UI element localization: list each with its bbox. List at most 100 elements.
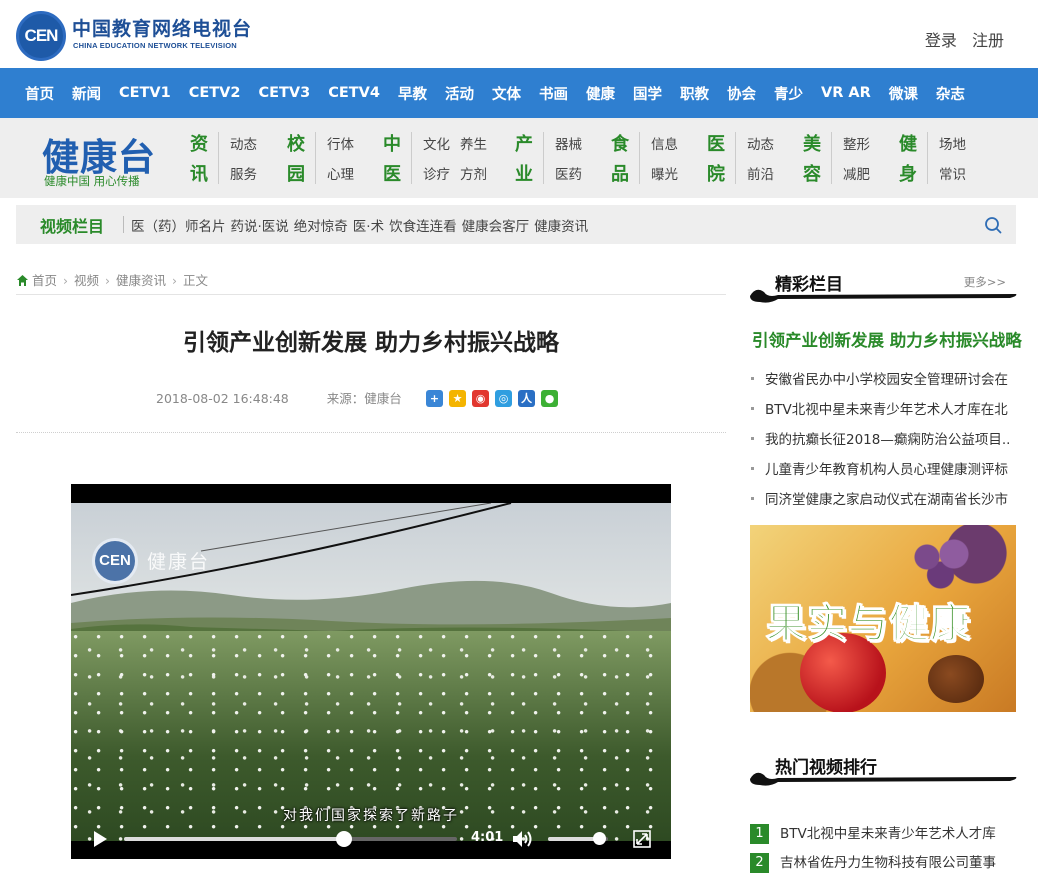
- category-link[interactable]: 诊疗: [423, 160, 450, 190]
- nav-item[interactable]: 健康: [586, 83, 615, 104]
- video-player[interactable]: CEN 健康台 对我们国家探索了新路子 4:01: [71, 484, 671, 859]
- search-icon[interactable]: [984, 216, 1002, 234]
- category-heading-bottom[interactable]: 讯: [190, 160, 210, 190]
- video-frame[interactable]: CEN 健康台 对我们国家探索了新路子: [71, 503, 671, 841]
- category-link[interactable]: 曝光: [651, 160, 678, 190]
- nav-item[interactable]: CETV2: [189, 85, 241, 101]
- nav-item[interactable]: 活动: [445, 83, 474, 104]
- cen-logo[interactable]: CEN: [16, 11, 66, 61]
- nav-item[interactable]: 微课: [889, 83, 918, 104]
- category-heading[interactable]: 校园: [287, 130, 307, 190]
- list-item[interactable]: BTV北视中星未来青少年艺术人才库在北: [750, 398, 1020, 428]
- category-heading-top[interactable]: 产: [515, 130, 535, 160]
- video-column-link[interactable]: 健康资讯: [534, 219, 588, 235]
- fullscreen-icon[interactable]: [633, 830, 651, 848]
- category-link[interactable]: 服务: [230, 160, 257, 190]
- category-link[interactable]: 前沿: [747, 160, 774, 190]
- rank-item[interactable]: 1 BTV北视中星未来青少年艺术人才库: [750, 823, 1020, 852]
- category-heading-top[interactable]: 医: [707, 130, 727, 160]
- video-column-link[interactable]: 药说·医说: [231, 219, 289, 235]
- nav-item[interactable]: 国学: [633, 83, 662, 104]
- list-item[interactable]: 儿童青少年教育机构人员心理健康测评标: [750, 458, 1020, 488]
- category-link[interactable]: 信息: [651, 130, 678, 160]
- category-heading-top[interactable]: 美: [803, 130, 823, 160]
- nav-item[interactable]: CETV4: [328, 85, 380, 101]
- share-more-icon[interactable]: +: [426, 390, 443, 407]
- progress-handle[interactable]: [335, 831, 352, 847]
- nav-item[interactable]: CETV1: [119, 85, 171, 101]
- category-link[interactable]: 整形: [843, 130, 870, 160]
- nav-item[interactable]: 文体: [492, 83, 521, 104]
- nav-item[interactable]: CETV3: [259, 85, 311, 101]
- category-heading-bottom[interactable]: 业: [515, 160, 535, 190]
- share-tencent-icon[interactable]: ◎: [495, 390, 512, 407]
- category-link[interactable]: 心理: [327, 160, 354, 190]
- video-column-link[interactable]: 医（药）师名片: [131, 219, 226, 235]
- breadcrumb-health-news[interactable]: 健康资讯: [116, 273, 166, 288]
- category-heading[interactable]: 医院: [707, 130, 727, 190]
- nav-item[interactable]: 职教: [680, 83, 709, 104]
- nav-item[interactable]: 协会: [727, 83, 756, 104]
- video-column-link[interactable]: 绝对惊奇: [294, 219, 348, 235]
- category-heading-top[interactable]: 资: [190, 130, 210, 160]
- rank-title[interactable]: BTV北视中星未来青少年艺术人才库: [780, 826, 996, 842]
- category-heading[interactable]: 中医: [383, 130, 403, 190]
- rank-item[interactable]: 2 吉林省佐丹力生物科技有限公司董事: [750, 852, 1020, 879]
- category-link[interactable]: 动态: [747, 130, 774, 160]
- nav-item[interactable]: 青少: [774, 83, 803, 104]
- list-item[interactable]: 安徽省民办中小学校园安全管理研讨会在: [750, 368, 1020, 398]
- video-column-link[interactable]: 饮食连连看: [389, 219, 457, 235]
- category-heading-bottom[interactable]: 容: [803, 160, 823, 190]
- share-weibo-icon[interactable]: ◉: [472, 390, 489, 407]
- nav-item[interactable]: 早教: [398, 83, 427, 104]
- category-link[interactable]: 方剂: [460, 160, 487, 190]
- category-heading-top[interactable]: 校: [287, 130, 307, 160]
- logo-title-cn[interactable]: 中国教育网络电视台: [72, 14, 252, 41]
- nav-item[interactable]: 书画: [539, 83, 568, 104]
- volume-slider[interactable]: [548, 832, 608, 845]
- category-heading-top[interactable]: 中: [383, 130, 403, 160]
- play-icon[interactable]: [91, 830, 109, 848]
- volume-handle[interactable]: [593, 832, 606, 845]
- breadcrumb-video[interactable]: 视频: [74, 273, 99, 288]
- category-heading[interactable]: 健身: [899, 130, 919, 190]
- category-heading-bottom[interactable]: 身: [899, 160, 919, 190]
- category-heading-bottom[interactable]: 院: [707, 160, 727, 190]
- share-renren-icon[interactable]: 人: [518, 390, 535, 407]
- video-column-link[interactable]: 医·术: [353, 219, 384, 235]
- category-link[interactable]: 养生: [460, 130, 487, 160]
- nav-item[interactable]: 首页: [25, 83, 54, 104]
- category-link[interactable]: 文化: [423, 130, 450, 160]
- category-link[interactable]: 医药: [555, 160, 582, 190]
- breadcrumb-home[interactable]: 首页: [32, 273, 57, 288]
- nav-item[interactable]: 新闻: [72, 83, 101, 104]
- category-heading[interactable]: 美容: [803, 130, 823, 190]
- login-link[interactable]: 登录: [925, 31, 957, 50]
- register-link[interactable]: 注册: [972, 31, 1004, 50]
- category-heading-bottom[interactable]: 园: [287, 160, 307, 190]
- category-link[interactable]: 场地: [939, 130, 966, 160]
- volume-icon[interactable]: [512, 830, 536, 848]
- category-link[interactable]: 减肥: [843, 160, 870, 190]
- share-qzone-icon[interactable]: ★: [449, 390, 466, 407]
- rank-title[interactable]: 吉林省佐丹力生物科技有限公司董事: [780, 855, 996, 871]
- category-heading[interactable]: 资讯: [190, 130, 210, 190]
- category-link[interactable]: 常识: [939, 160, 966, 190]
- list-item[interactable]: 我的抗癫长征2018—癫痫防治公益项目..: [750, 428, 1020, 458]
- category-heading-bottom[interactable]: 医: [383, 160, 403, 190]
- list-item[interactable]: 同济堂健康之家启动仪式在湖南省长沙市: [750, 488, 1020, 518]
- category-link[interactable]: 动态: [230, 130, 257, 160]
- share-wechat-icon[interactable]: ●: [541, 390, 558, 407]
- progress-bar[interactable]: [124, 831, 457, 847]
- nav-item[interactable]: VR AR: [821, 85, 871, 101]
- featured-headline[interactable]: 引领产业创新发展 助力乡村振兴战略: [752, 327, 1022, 351]
- category-heading[interactable]: 食品: [611, 130, 631, 190]
- nav-item[interactable]: 杂志: [936, 83, 965, 104]
- category-heading-top[interactable]: 健: [899, 130, 919, 160]
- category-link[interactable]: 行体: [327, 130, 354, 160]
- category-link[interactable]: 器械: [555, 130, 582, 160]
- promo-banner[interactable]: 果实与健康: [750, 525, 1016, 712]
- category-heading-top[interactable]: 食: [611, 130, 631, 160]
- category-heading-bottom[interactable]: 品: [611, 160, 631, 190]
- video-column-link[interactable]: 健康会客厅: [462, 219, 530, 235]
